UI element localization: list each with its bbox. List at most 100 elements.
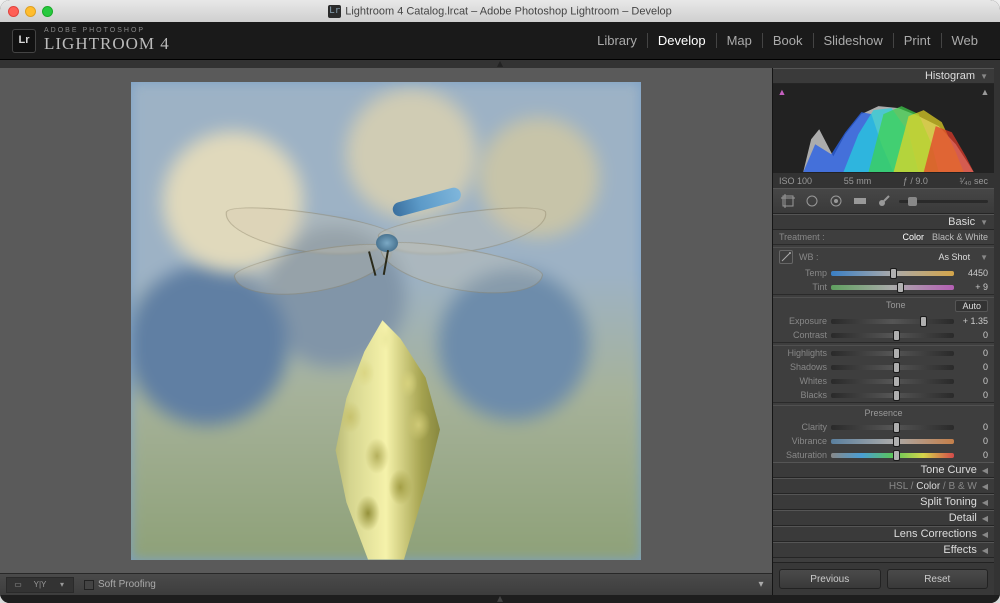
temp-value[interactable]: 4450: [958, 268, 988, 278]
disclosure-icon: ◀: [982, 498, 988, 507]
crop-tool-icon[interactable]: [779, 192, 797, 210]
redeye-tool-icon[interactable]: [827, 192, 845, 210]
effects-header[interactable]: Effects◀: [773, 542, 994, 558]
whites-label: Whites: [779, 376, 827, 386]
wb-dropdown-icon[interactable]: ▼: [980, 253, 988, 262]
exif-aperture: ƒ / 9.0: [903, 176, 928, 186]
whites-slider[interactable]: [831, 379, 954, 384]
saturation-label: Saturation: [779, 450, 827, 460]
checkbox-icon[interactable]: [84, 580, 94, 590]
view-mode-menu-icon[interactable]: ▾: [51, 578, 73, 592]
image-canvas[interactable]: [0, 68, 772, 573]
highlights-label: Highlights: [779, 348, 827, 358]
histogram-graph[interactable]: ▲ ▲: [773, 84, 994, 172]
module-develop[interactable]: Develop: [647, 33, 716, 48]
loupe-view-icon[interactable]: ▭: [7, 578, 29, 592]
disclosure-icon: ◀: [982, 530, 988, 539]
presence-label: Presence: [773, 406, 994, 420]
filmstrip-toggle[interactable]: ▴: [0, 595, 1000, 603]
temp-label: Temp: [779, 268, 827, 278]
brand-title: LIGHTROOM 4: [44, 34, 170, 54]
tint-slider[interactable]: [831, 285, 954, 290]
lens-title: Lens Corrections: [894, 528, 977, 540]
module-library[interactable]: Library: [587, 33, 647, 48]
exposure-value[interactable]: + 1.35: [958, 316, 988, 326]
disclosure-icon: ▼: [980, 218, 988, 227]
split-title: Split Toning: [920, 496, 977, 508]
tint-value[interactable]: + 9: [958, 282, 988, 292]
saturation-value[interactable]: 0: [958, 450, 988, 460]
clarity-slider[interactable]: [831, 425, 954, 430]
color-tab[interactable]: Color: [916, 481, 940, 492]
wb-picker-icon[interactable]: [779, 250, 793, 264]
toolbar-menu-icon[interactable]: ▾: [756, 580, 766, 590]
vibrance-slider[interactable]: [831, 439, 954, 444]
disclosure-icon: ◀: [982, 546, 988, 555]
hsl-header[interactable]: HSL / Color / B & W◀: [773, 478, 994, 494]
preview-image: [131, 82, 641, 560]
blacks-value[interactable]: 0: [958, 390, 988, 400]
wb-label: WB :: [799, 252, 819, 262]
close-window-icon[interactable]: [8, 6, 19, 17]
zoom-window-icon[interactable]: [42, 6, 53, 17]
exposure-slider[interactable]: [831, 319, 954, 324]
soft-proofing-label: Soft Proofing: [98, 579, 156, 590]
saturation-slider[interactable]: [831, 453, 954, 458]
blacks-label: Blacks: [779, 390, 827, 400]
vibrance-value[interactable]: 0: [958, 436, 988, 446]
app-icon: Lr: [328, 5, 341, 18]
shadows-slider[interactable]: [831, 365, 954, 370]
contrast-value[interactable]: 0: [958, 330, 988, 340]
right-panel: Histogram▼ ▲ ▲ ISO 100 5: [772, 68, 1000, 595]
treatment-color[interactable]: Color: [902, 232, 924, 242]
clarity-label: Clarity: [779, 422, 827, 432]
local-tools-strip: [773, 188, 994, 214]
tone-label: Tone: [886, 300, 906, 312]
window-title: Lightroom 4 Catalog.lrcat – Adobe Photos…: [345, 5, 672, 17]
detail-title: Detail: [949, 512, 977, 524]
temp-slider[interactable]: [831, 271, 954, 276]
soft-proofing-toggle[interactable]: Soft Proofing: [84, 579, 156, 590]
basic-header[interactable]: Basic ▼: [773, 214, 994, 230]
whites-value[interactable]: 0: [958, 376, 988, 386]
module-print[interactable]: Print: [893, 33, 941, 48]
blacks-slider[interactable]: [831, 393, 954, 398]
highlights-value[interactable]: 0: [958, 348, 988, 358]
before-after-icon[interactable]: Y|Y: [29, 578, 51, 592]
brand-subtitle: ADOBE PHOTOSHOP: [44, 27, 170, 34]
auto-tone-button[interactable]: Auto: [955, 300, 988, 312]
top-panel-toggle[interactable]: ▴: [0, 60, 1000, 68]
highlights-slider[interactable]: [831, 351, 954, 356]
treatment-bw[interactable]: Black & White: [932, 232, 988, 242]
reset-button[interactable]: Reset: [887, 569, 989, 589]
module-book[interactable]: Book: [762, 33, 813, 48]
treatment-label: Treatment :: [779, 232, 825, 242]
exposure-label: Exposure: [779, 316, 827, 326]
shadows-value[interactable]: 0: [958, 362, 988, 372]
wb-value[interactable]: As Shot: [935, 251, 975, 263]
view-mode-switch[interactable]: ▭ Y|Y ▾: [6, 577, 74, 593]
module-map[interactable]: Map: [716, 33, 762, 48]
bw-tab[interactable]: B & W: [949, 481, 977, 492]
basic-title: Basic: [948, 216, 975, 228]
previous-button[interactable]: Previous: [779, 569, 881, 589]
tool-amount-slider[interactable]: [899, 200, 988, 203]
gradient-tool-icon[interactable]: [851, 192, 869, 210]
brush-tool-icon[interactable]: [875, 192, 893, 210]
contrast-slider[interactable]: [831, 333, 954, 338]
exif-focal: 55 mm: [844, 176, 872, 186]
hsl-tab[interactable]: HSL: [889, 481, 908, 492]
clarity-value[interactable]: 0: [958, 422, 988, 432]
module-slideshow[interactable]: Slideshow: [813, 33, 893, 48]
lens-header[interactable]: Lens Corrections ◀: [773, 526, 994, 542]
module-web[interactable]: Web: [941, 33, 989, 48]
histogram-title: Histogram: [925, 70, 975, 82]
split-toning-header[interactable]: Split Toning ◀: [773, 494, 994, 510]
spot-removal-icon[interactable]: [803, 192, 821, 210]
minimize-window-icon[interactable]: [25, 6, 36, 17]
disclosure-icon: ◀: [982, 466, 988, 475]
tonecurve-header[interactable]: Tone Curve◀: [773, 462, 994, 478]
histogram-header[interactable]: Histogram▼: [773, 68, 994, 84]
detail-header[interactable]: Detail◀: [773, 510, 994, 526]
tint-label: Tint: [779, 282, 827, 292]
